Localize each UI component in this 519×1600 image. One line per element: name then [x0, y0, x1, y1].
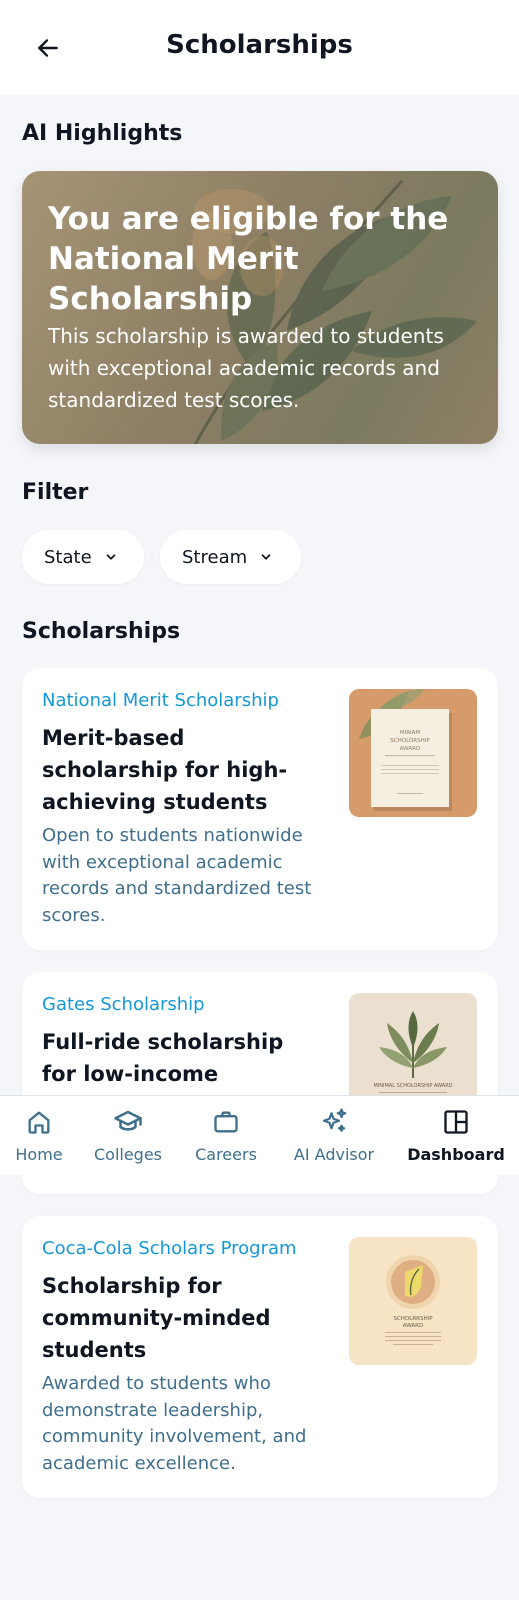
chevron-down-icon: [106, 554, 116, 560]
ai-highlight-card[interactable]: You are eligible for the National Merit …: [22, 171, 498, 444]
home-icon: [28, 1111, 50, 1134]
thumb-text: SCHOLORSHIP: [390, 738, 430, 744]
bottom-navigation: Home Colleges Careers AI Advisor Dashboa…: [0, 1095, 519, 1175]
scholarship-name: Coca-Cola Scholars Program: [42, 1238, 297, 1259]
highlight-title: You are eligible for the National Merit …: [48, 201, 449, 317]
scholarships-heading: Scholarships: [22, 619, 181, 644]
ai-highlights-heading: AI Highlights: [22, 121, 183, 146]
scholarship-name: Gates Scholarship: [42, 994, 205, 1015]
scholarship-description: Awarded to students who demonstrate lead…: [42, 1373, 307, 1474]
state-filter-label: State: [44, 546, 92, 568]
scholarship-title: Merit-based scholarship for high-achievi…: [42, 726, 288, 814]
chevron-down-icon: [261, 554, 271, 560]
scholarship-title: Scholarship for community-minded student…: [42, 1274, 271, 1362]
sparkles-icon: [322, 1108, 347, 1132]
nav-label-dashboard: Dashboard: [407, 1145, 505, 1164]
filter-heading: Filter: [22, 480, 89, 505]
thumb-text: MINIMAL SCHOLORSHIP AWARD: [373, 1083, 452, 1089]
thumb-text: MIRIAM: [400, 730, 421, 736]
scholarship-name: National Merit Scholarship: [42, 690, 279, 711]
stream-filter-label: Stream: [182, 546, 248, 568]
nav-label-ai-advisor: AI Advisor: [293, 1145, 375, 1164]
briefcase-icon: [214, 1111, 238, 1133]
thumb-text: AWARD: [400, 746, 420, 752]
thumb-text: SCHOLRRSHIP: [393, 1316, 433, 1322]
stream-filter-dropdown[interactable]: Stream: [160, 530, 301, 584]
thumb-text: AWARD: [403, 1323, 423, 1329]
scholarship-card[interactable]: Coca-Cola Scholars Program Scholarship f…: [22, 1216, 498, 1498]
nav-label-careers: Careers: [195, 1145, 257, 1164]
scholarship-thumbnail: MIRIAM SCHOLORSHIP AWARD: [349, 689, 477, 817]
nav-item-colleges[interactable]: Colleges: [88, 1106, 168, 1170]
nav-label-colleges: Colleges: [93, 1145, 163, 1164]
nav-item-dashboard[interactable]: Dashboard: [404, 1106, 508, 1170]
highlight-description: This scholarship is awarded to students …: [48, 324, 444, 412]
nav-item-ai-advisor[interactable]: AI Advisor: [284, 1106, 384, 1170]
scholarship-thumbnail: SCHOLRRSHIP AWARD: [349, 1237, 477, 1365]
nav-item-careers[interactable]: Careers: [186, 1106, 266, 1170]
scholarship-description: Open to students nationwide with excepti…: [42, 825, 312, 926]
graduation-cap-icon: [114, 1110, 142, 1131]
nav-label-home: Home: [15, 1145, 63, 1164]
scholarship-card[interactable]: National Merit Scholarship Merit-based s…: [22, 668, 498, 950]
nav-item-home[interactable]: Home: [8, 1106, 70, 1170]
dashboard-icon: [444, 1110, 468, 1134]
state-filter-dropdown[interactable]: State: [22, 530, 144, 584]
app-header: Scholarships: [0, 0, 519, 95]
page-title: Scholarships: [166, 30, 353, 60]
